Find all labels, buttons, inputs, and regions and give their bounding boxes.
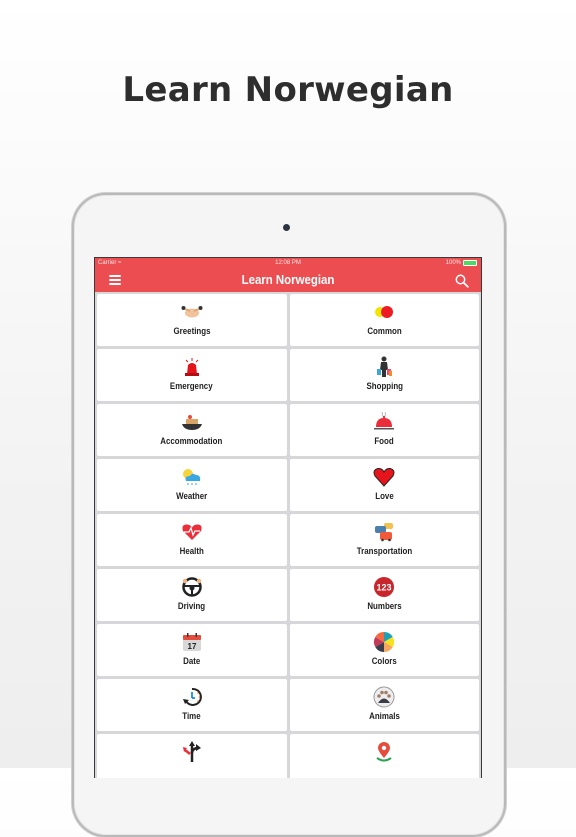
shopper-bags-icon — [373, 356, 395, 378]
category-accommodation[interactable]: Accommodation — [97, 404, 287, 456]
category-label: Colors — [371, 656, 397, 666]
category-animals[interactable]: Animals — [289, 679, 479, 731]
category-love[interactable]: Love — [289, 459, 479, 511]
app-header: Carrier ≈ 12:08 PM 100% Learn Norwegian — [95, 258, 481, 292]
category-greetings[interactable]: Greetings — [97, 294, 287, 346]
category-emergency[interactable]: Emergency — [97, 349, 287, 401]
category-grid: Greetings Common Emergency Shopping Acco… — [95, 292, 481, 778]
navbar: Learn Norwegian — [95, 269, 481, 292]
category-label: Numbers — [367, 601, 402, 611]
status-time: 12:08 PM — [275, 260, 301, 266]
category-colors[interactable]: Colors — [289, 624, 479, 676]
direction-arrows-icon — [181, 741, 203, 763]
category-weather[interactable]: Weather — [97, 459, 287, 511]
calendar-icon: 17 — [181, 631, 203, 653]
hotel-bed-icon — [181, 411, 203, 433]
category-label: Accommodation — [160, 436, 223, 446]
color-palette-icon — [373, 631, 395, 653]
heart-icon — [373, 466, 395, 488]
paw-icon — [373, 686, 395, 708]
category-label: Date — [183, 656, 201, 666]
category-health[interactable]: Health — [97, 514, 287, 566]
category-label: Love — [374, 491, 394, 501]
category-location[interactable] — [289, 734, 479, 778]
category-numbers[interactable]: 123 Numbers — [289, 569, 479, 621]
category-label: Time — [182, 711, 201, 721]
heartbeat-icon — [181, 521, 203, 543]
category-label: Common — [367, 326, 402, 336]
battery-icon — [463, 260, 477, 266]
category-food[interactable]: Food — [289, 404, 479, 456]
category-directions[interactable] — [97, 734, 287, 778]
status-battery: 100% — [446, 260, 477, 266]
numbers-123-icon: 123 — [373, 576, 395, 598]
search-icon[interactable] — [455, 273, 469, 288]
category-time[interactable]: Time — [97, 679, 287, 731]
category-label: Animals — [368, 711, 400, 721]
svg-text:123: 123 — [377, 583, 392, 593]
category-label: Driving — [178, 601, 206, 611]
app-screen: Carrier ≈ 12:08 PM 100% Learn Norwegian … — [94, 257, 482, 778]
nav-title: Learn Norwegian — [241, 272, 335, 287]
map-pin-icon — [373, 741, 395, 763]
handshake-icon — [181, 301, 203, 323]
category-label: Weather — [176, 491, 208, 501]
overlapping-circles-icon — [373, 301, 395, 323]
category-label: Emergency — [170, 381, 214, 391]
category-date[interactable]: 17 Date — [97, 624, 287, 676]
category-label: Health — [179, 546, 204, 556]
category-label: Food — [374, 436, 394, 446]
status-bar: Carrier ≈ 12:08 PM 100% — [95, 258, 481, 269]
category-driving[interactable]: Driving — [97, 569, 287, 621]
battery-percent: 100% — [445, 260, 461, 266]
category-label: Greetings — [173, 326, 211, 336]
food-cloche-icon — [373, 411, 395, 433]
category-label: Shopping — [365, 381, 403, 391]
siren-icon — [181, 356, 203, 378]
promo-title: Learn Norwegian — [122, 70, 454, 110]
sun-cloud-rain-icon — [181, 466, 203, 488]
clock-rewind-icon — [181, 686, 203, 708]
steering-wheel-icon — [181, 576, 203, 598]
category-shopping[interactable]: Shopping — [289, 349, 479, 401]
category-common[interactable]: Common — [289, 294, 479, 346]
category-label: Transportation — [356, 546, 412, 556]
calendar-day: 17 — [187, 642, 196, 651]
cars-icon — [373, 521, 395, 543]
camera-dot — [283, 224, 290, 231]
category-transportation[interactable]: Transportation — [289, 514, 479, 566]
